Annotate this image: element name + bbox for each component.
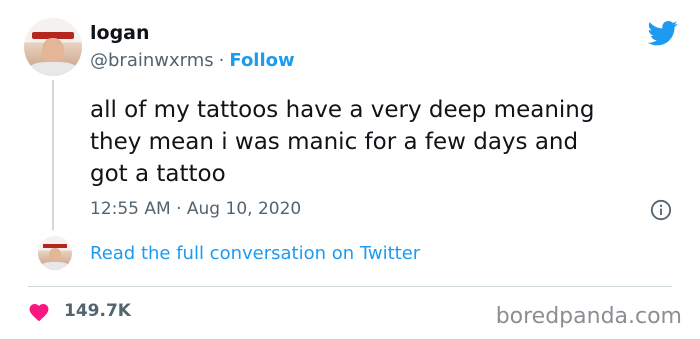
heart-icon[interactable] bbox=[28, 302, 50, 322]
avatar-shirt bbox=[28, 62, 78, 76]
thread-line bbox=[52, 80, 54, 230]
avatar-face bbox=[42, 38, 64, 64]
like-count[interactable]: 149.7K bbox=[64, 301, 131, 321]
timestamp[interactable]: 12:55 AM · Aug 10, 2020 bbox=[90, 199, 301, 219]
follow-button[interactable]: Follow bbox=[229, 50, 294, 71]
handle-row: @brainwxrms · Follow bbox=[90, 50, 295, 71]
avatar-small-face bbox=[49, 248, 61, 263]
watermark: boredpanda.com bbox=[495, 304, 682, 329]
avatar-small[interactable] bbox=[38, 236, 72, 270]
info-icon[interactable] bbox=[650, 199, 672, 221]
twitter-bird-icon[interactable] bbox=[646, 18, 680, 48]
avatar[interactable] bbox=[24, 18, 82, 76]
separator: · bbox=[218, 50, 225, 71]
display-name[interactable]: logan bbox=[90, 22, 150, 44]
read-full-conversation-link[interactable]: Read the full conversation on Twitter bbox=[90, 243, 420, 264]
tweet-text: all of my tattoos have a very deep meani… bbox=[90, 97, 595, 187]
divider bbox=[28, 286, 672, 287]
avatar-small-shirt bbox=[41, 262, 69, 270]
handle[interactable]: @brainwxrms bbox=[90, 50, 214, 71]
